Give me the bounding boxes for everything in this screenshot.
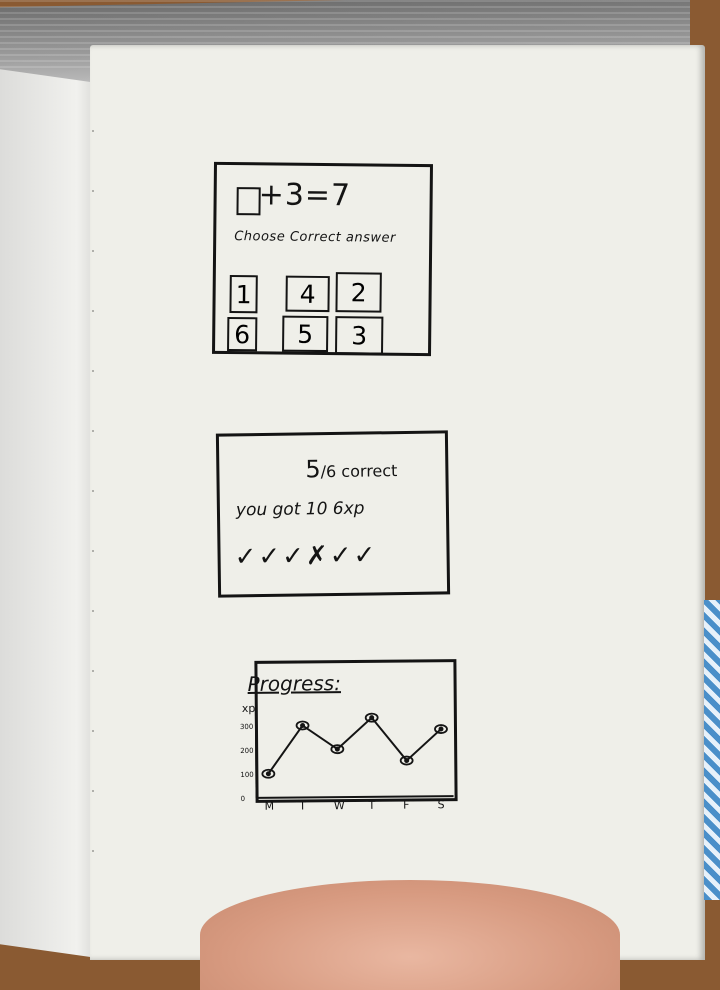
x-axis-line [256,795,454,799]
y-tick-label: 200 [240,747,253,755]
progress-card: Progress: xp 0 100 200 300 M T W T F S [240,659,458,813]
answer-option-4[interactable]: 4 [285,275,330,313]
thumb [200,880,620,990]
score-label: correct [341,461,398,481]
x-tick-label: F [403,799,409,812]
data-point [369,715,375,721]
answer-option-3[interactable]: 3 [335,316,384,355]
answer-option-5[interactable]: 5 [282,315,329,353]
progress-line-chart: xp 0 100 200 300 M T W T F S [240,702,454,813]
x-tick-label: T [298,799,306,812]
page-binding [92,130,94,890]
y-axis-line [254,709,258,798]
answer-blank-box [236,187,261,216]
score-denominator: 6 [325,461,337,482]
y-tick-label: 0 [241,795,246,803]
data-point [438,726,444,732]
notebook-cover-edge [704,600,720,900]
answer-option-6[interactable]: 6 [227,317,258,352]
xp-earned-text: you got 10 6xp [235,498,365,521]
results-card: 5/6 correct you got 10 6xp ✓✓✓✗✓✓ [215,430,451,598]
score-text: 5/6 correct [305,455,398,484]
series-line [267,716,442,775]
x-tick-label: T [367,799,375,812]
answer-option-2[interactable]: 2 [335,272,382,313]
data-point [300,722,306,728]
score-numerator: 5 [305,455,321,484]
x-tick-label: S [438,798,445,811]
data-point [404,758,410,764]
y-axis-label: xp [242,702,256,715]
equation-text: +3=7 [258,177,352,214]
y-tick-label: 100 [240,771,253,779]
answer-option-1[interactable]: 1 [229,275,258,314]
y-tick-label: 300 [240,723,253,731]
x-tick-label: W [334,799,345,812]
progress-title: Progress: [247,671,342,696]
data-point [265,771,271,777]
question-prompt: Choose Correct answer [234,229,396,246]
quiz-question-card: +3=7 Choose Correct answer 1 4 2 6 5 3 [212,161,433,357]
x-tick-label: M [265,800,275,813]
data-point [334,746,340,752]
answer-marks-row: ✓✓✓✗✓✓ [234,540,378,573]
